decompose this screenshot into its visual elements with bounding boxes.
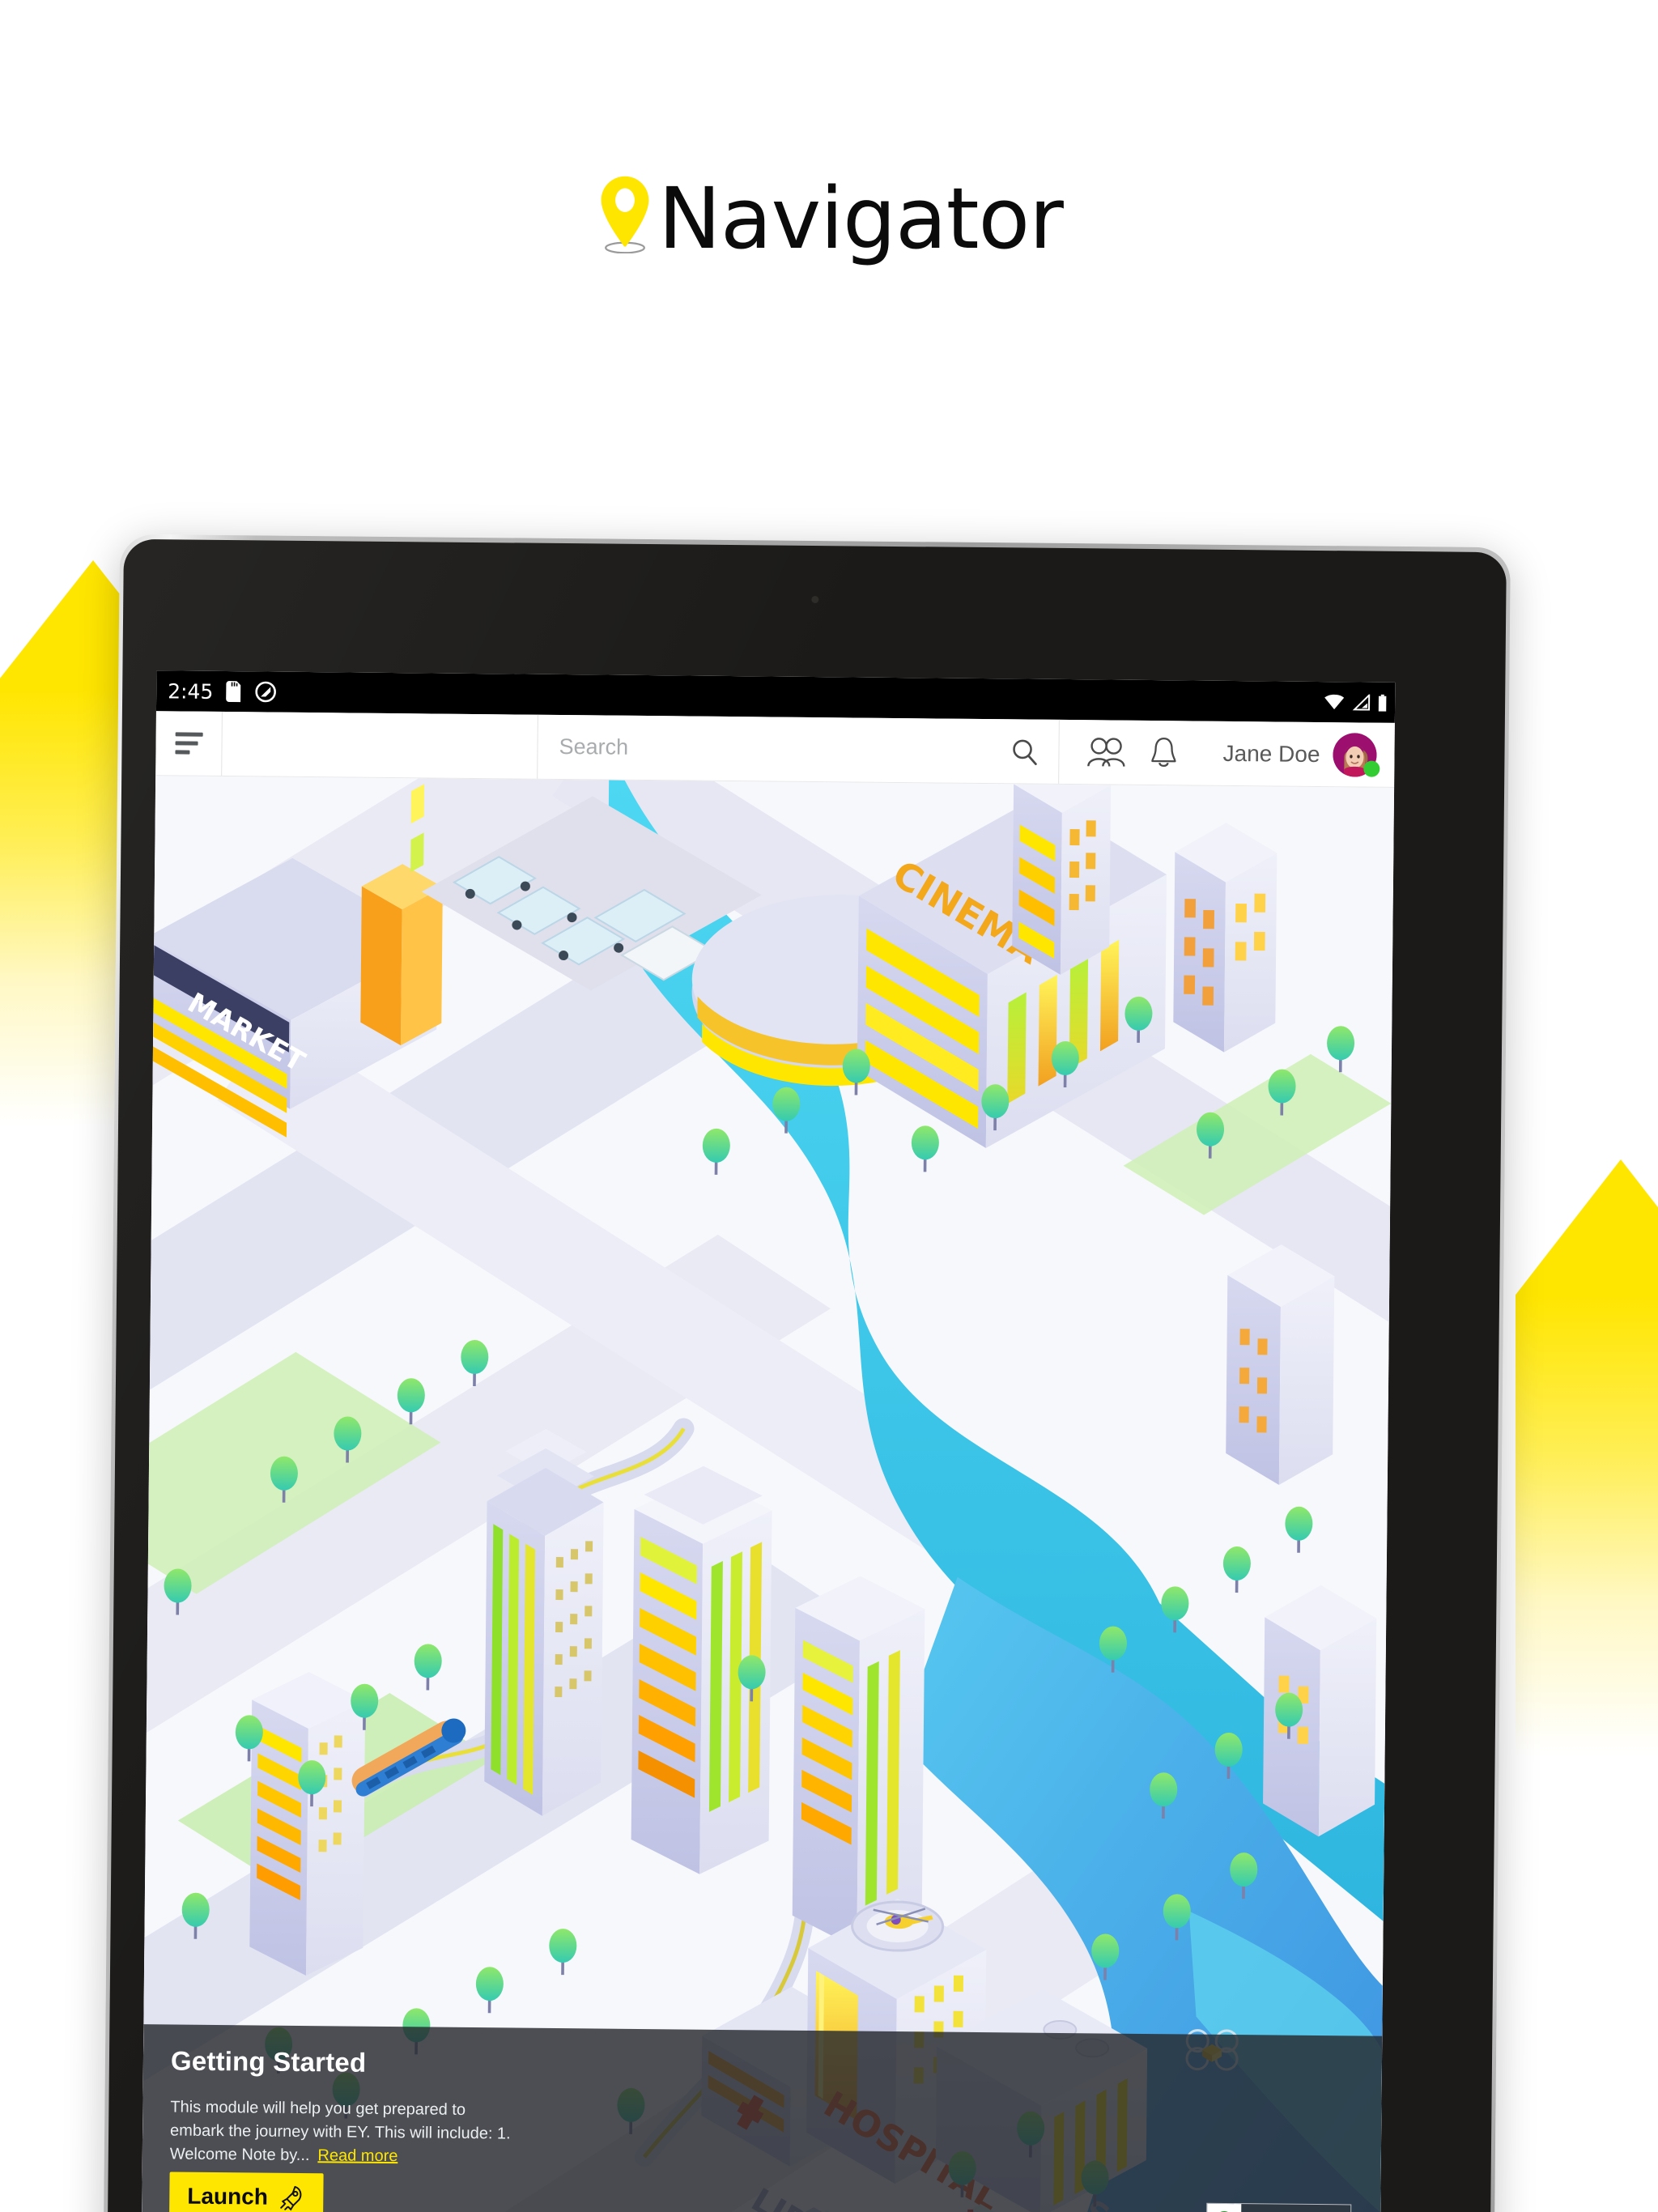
app-top-bar: Jane Doe <box>155 711 1395 788</box>
isometric-city-illustration[interactable]: MARKET CINEMA <box>141 776 1395 2212</box>
module-title: Getting Started <box>170 2045 367 2078</box>
module-description: This module will help you get prepared t… <box>170 2095 519 2169</box>
status-bar-left: 2:45 <box>168 678 277 704</box>
status-indicator-box <box>1207 2203 1242 2212</box>
city-map[interactable]: MARKET CINEMA Getting Started This modul… <box>141 776 1395 2212</box>
battery-icon <box>1378 694 1387 712</box>
rocket-icon <box>279 2185 301 2211</box>
bell-icon[interactable] <box>1150 735 1177 769</box>
status-bar-right <box>1324 694 1387 712</box>
launch-button[interactable]: Launch <box>169 2172 324 2212</box>
sd-card-icon <box>226 681 241 703</box>
device-screen: 2:45 Search Jane Doe MARKET CINEMA Getti… <box>141 670 1396 2212</box>
status-badge[interactable]: Complete <box>1206 2202 1352 2212</box>
hamburger-menu-icon[interactable] <box>174 732 203 755</box>
tablet-device: 2:45 Search Jane Doe MARKET CINEMA Getti… <box>103 534 1511 2212</box>
page-title: Navigator <box>0 174 1658 263</box>
status-time: 2:45 <box>168 678 214 704</box>
user-menu[interactable]: Jane Doe <box>1222 731 1380 777</box>
user-name: Jane Doe <box>1222 740 1320 767</box>
map-pin-icon <box>601 176 649 253</box>
decorative-chevron-right <box>1516 1159 1658 1775</box>
module-card[interactable]: Getting Started This module will help yo… <box>141 2024 1383 2212</box>
brand-name: Navigator <box>658 169 1064 268</box>
front-camera-icon <box>811 595 819 604</box>
people-icon[interactable] <box>1086 737 1125 768</box>
wifi-icon <box>1324 694 1345 710</box>
menu-button[interactable] <box>155 711 223 776</box>
search-input[interactable] <box>559 734 1002 764</box>
do-not-disturb-icon <box>255 681 277 703</box>
cellular-signal-icon <box>1352 694 1371 711</box>
read-more-link[interactable]: Read more <box>317 2146 397 2165</box>
app-bar-actions: Jane Doe <box>1059 720 1395 787</box>
screenshot-canvas: Navigator 2:45 Search Jane Doe MARKET CI… <box>0 0 1658 2212</box>
avatar[interactable] <box>1333 732 1380 777</box>
search-icon[interactable] <box>1010 737 1039 766</box>
app-brand-slot <box>222 711 538 779</box>
search-field[interactable] <box>538 714 1061 784</box>
status-badge-label: Complete <box>1241 2204 1350 2212</box>
launch-button-label: Launch <box>187 2183 269 2210</box>
presence-indicator <box>1363 760 1380 777</box>
